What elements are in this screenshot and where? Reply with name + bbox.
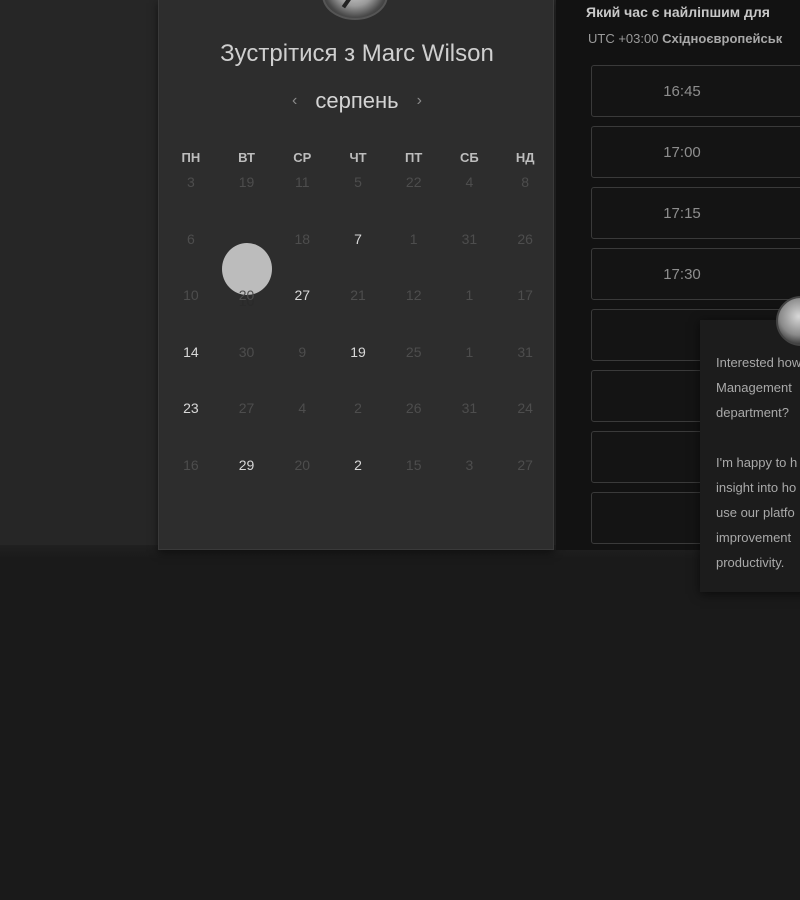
chat-text-line: productivity.: [716, 555, 785, 570]
calendar-day: 4: [298, 400, 307, 417]
calendar-day-available[interactable]: 7: [330, 227, 386, 284]
calendar-day: 1: [465, 343, 474, 360]
calendar-day: 25: [405, 343, 422, 360]
month-navigation: ‹ серпень ›: [159, 88, 555, 114]
weekday-thu: ЧТ: [349, 150, 367, 165]
calendar-day-selected[interactable]: 10: [219, 227, 275, 309]
time-slot-button[interactable]: 16:45: [591, 65, 800, 117]
time-slot-button[interactable]: 17:30: [591, 248, 800, 300]
calendar-day: 27: [517, 456, 533, 473]
month-label: серпень: [315, 88, 399, 113]
calendar-day: 1: [465, 287, 474, 304]
calendar-day: 6: [186, 230, 195, 247]
calendar-day-available[interactable]: 23: [163, 396, 219, 453]
calendar-day-available[interactable]: 27: [274, 283, 330, 340]
host-avatar: [322, 0, 388, 20]
calendar-day: 11: [295, 174, 310, 190]
calendar-day: 1: [409, 230, 418, 247]
calendar-day: 3: [186, 174, 195, 190]
weekday-sat: СБ: [460, 150, 479, 165]
calendar-day: 20: [294, 456, 311, 473]
timezone-offset: UTC +03:00: [588, 31, 659, 46]
chat-text-line: [716, 425, 800, 450]
calendar-day: 26: [405, 400, 422, 417]
calendar-day: 9: [298, 343, 307, 360]
calendar-panel: Зустрітися з Marc Wilson ‹ серпень › ПН …: [158, 0, 554, 550]
calendar-day: 24: [517, 400, 533, 417]
weekday-wed: СР: [293, 150, 312, 165]
calendar-day-available[interactable]: 2: [330, 453, 386, 510]
calendar-day-available[interactable]: 19: [330, 340, 386, 397]
calendar-day: 21: [350, 287, 366, 304]
calendar-day: 5: [354, 174, 362, 190]
chat-text-line: Interested how: [716, 355, 800, 370]
calendar-day: 17: [517, 287, 533, 304]
weekday-header: ПН ВТ СР ЧТ ПТ СБ НД: [163, 150, 553, 165]
calendar-day: 19: [238, 174, 255, 190]
calendar-day: 26: [517, 230, 533, 247]
calendar-day-available[interactable]: 14: [163, 340, 219, 397]
meeting-title: Зустрітися з Marc Wilson: [220, 40, 494, 67]
weekday-fri: ПТ: [405, 150, 423, 165]
calendar-day: 16: [183, 456, 199, 473]
timezone-name: Східноєвропейськ: [662, 31, 783, 46]
weekday-tue: ВТ: [238, 150, 255, 165]
chat-text-line: insight into ho: [716, 480, 797, 495]
calendar-day: 31: [517, 343, 533, 360]
calendar-day: 22: [405, 174, 422, 190]
chat-text-line: use our platfo: [716, 505, 795, 520]
time-panel-title: Який час є найліпшим для: [586, 4, 770, 20]
calendar-day: 20: [238, 287, 255, 304]
calendar-day-available[interactable]: 29: [219, 453, 275, 510]
time-slot-button[interactable]: 17:15: [591, 187, 800, 239]
chat-text-line: improvement: [716, 530, 792, 545]
chat-text-line: department?: [716, 405, 789, 420]
chat-text-line: Management: [716, 380, 792, 395]
chevron-right-icon[interactable]: ›: [417, 92, 422, 110]
weekday-mon: ПН: [181, 150, 201, 165]
weekday-sun: НД: [515, 150, 535, 165]
calendar-day: 2: [354, 400, 362, 417]
calendar-day: 30: [238, 343, 255, 360]
time-slot-button[interactable]: 17:00: [591, 126, 800, 178]
calendar-day: 18: [294, 230, 311, 247]
calendar-day: 15: [405, 456, 422, 473]
chat-popup[interactable]: Interested how Management department? I'…: [700, 320, 800, 592]
calendar-grid: 3 19 11 5 22 4 8 6 10 18 7 1 31 26 10 20…: [163, 170, 553, 510]
calendar-day: 4: [465, 174, 474, 190]
calendar-day: 8: [521, 174, 530, 190]
calendar-day: 12: [405, 287, 422, 304]
calendar-day: 27: [238, 400, 255, 417]
timezone-label: UTC +03:00 Східноєвропейськ: [588, 31, 782, 46]
chat-text-line: I'm happy to h: [716, 455, 798, 470]
chevron-left-icon[interactable]: ‹: [292, 92, 297, 110]
calendar-day: 10: [183, 287, 199, 304]
calendar-day: 31: [461, 400, 478, 417]
calendar-day: 3: [465, 456, 474, 473]
calendar-day: 31: [461, 230, 478, 247]
